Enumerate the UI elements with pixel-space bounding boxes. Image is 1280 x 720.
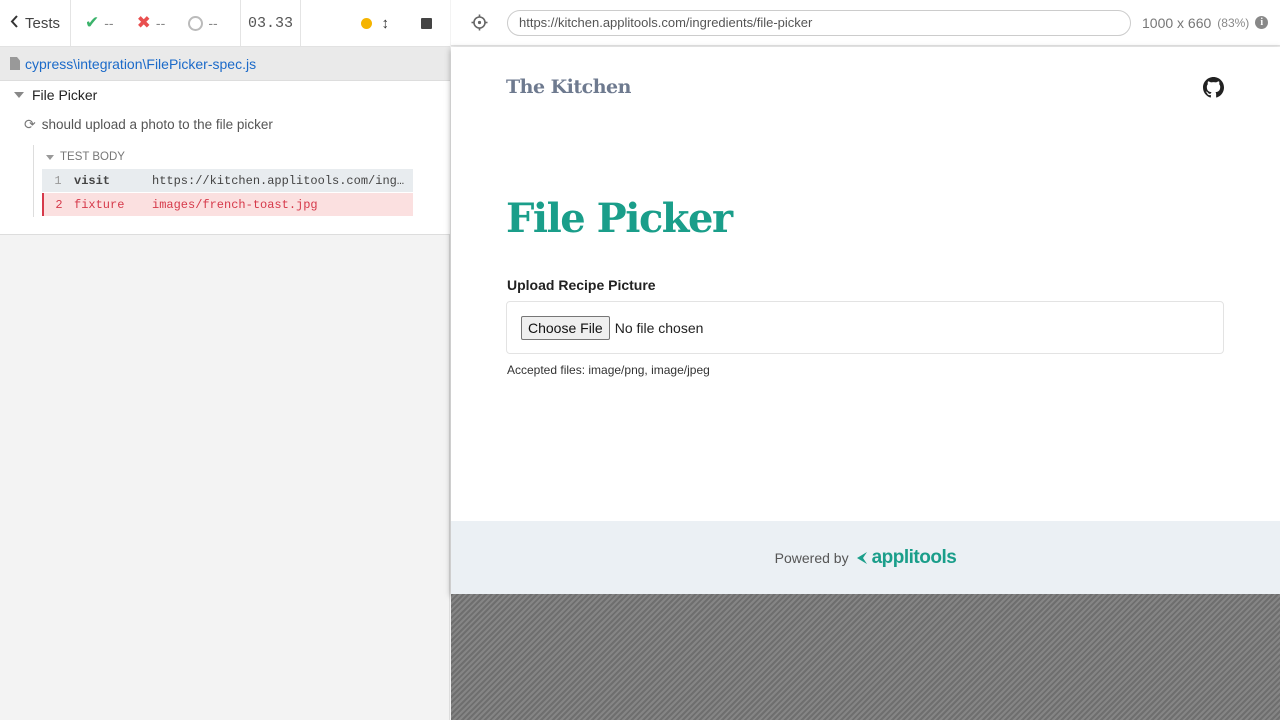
pending-stat: -- — [188, 15, 240, 31]
applitools-logo[interactable]: applitools — [855, 547, 957, 569]
powered-by-text: Powered by — [774, 549, 849, 566]
passed-stat: ✔ -- — [85, 13, 137, 33]
page-footer: Powered by applitools — [451, 521, 1280, 594]
refresh-icon: ⟳ — [24, 116, 36, 132]
stop-icon[interactable] — [421, 17, 432, 29]
passed-count: -- — [104, 15, 114, 31]
spec-path-bar: cypress\integration\FilePicker-spec.js — [0, 47, 450, 81]
pending-count: -- — [208, 15, 218, 31]
runner-toolbar: Tests ✔ -- ✖ -- -- 03.33 ↕ — [0, 0, 450, 47]
runner-panel: Tests ✔ -- ✖ -- -- 03.33 ↕ cypress\integ… — [0, 0, 450, 720]
viewport-dimensions: 1000 x 660 — [1142, 14, 1212, 31]
command-number: 2 — [55, 197, 63, 212]
tests-back-button[interactable]: Tests — [0, 0, 71, 46]
choose-file-button[interactable]: Choose File — [521, 315, 610, 340]
info-icon[interactable]: i — [1255, 16, 1269, 29]
viewport-scale: (83%) — [1217, 15, 1250, 30]
github-icon[interactable] — [1203, 77, 1224, 103]
aut-header: https://kitchen.applitools.com/ingredien… — [451, 0, 1280, 46]
chevron-down-icon — [46, 154, 54, 160]
brand-logo[interactable]: The Kitchen — [506, 76, 631, 98]
test-body-header[interactable]: TEST BODY — [42, 145, 413, 169]
command-row[interactable]: 1 visit https://kitchen.applitools.com/i… — [42, 169, 413, 192]
command-message: images/french-toast.jpg — [152, 197, 318, 212]
command-number: 1 — [54, 173, 62, 188]
run-controls: ↕ — [301, 0, 450, 46]
accepted-files-hint: Accepted files: image/png, image/jpeg — [507, 363, 710, 377]
command-log: File Picker ⟳ should upload a photo to t… — [0, 81, 450, 235]
chevron-down-icon — [14, 92, 24, 98]
viewport-background — [451, 594, 1280, 720]
test-stats: ✔ -- ✖ -- -- — [71, 0, 241, 46]
viewport-size: 1000 x 660 (83%) i — [1142, 14, 1269, 31]
applitools-icon — [856, 551, 867, 564]
x-icon: ✖ — [136, 13, 151, 32]
url-text: https://kitchen.applitools.com/ingredien… — [519, 15, 813, 30]
tests-label: Tests — [24, 14, 60, 32]
upload-field-label: Upload Recipe Picture — [507, 277, 656, 293]
page-title: File Picker — [506, 195, 733, 242]
command-name: fixture — [74, 197, 125, 212]
command-name: visit — [74, 173, 111, 188]
dot-icon — [360, 17, 372, 29]
chevron-left-icon — [10, 14, 19, 32]
test-body: TEST BODY 1 visit https://kitchen.applit… — [33, 145, 413, 217]
aut-iframe: The Kitchen File Picker Upload Recipe Pi… — [451, 47, 1280, 594]
test-title[interactable]: ⟳ should upload a photo to the file pick… — [24, 116, 273, 133]
check-icon: ✔ — [85, 13, 100, 32]
spec-path-link[interactable]: cypress\integration\FilePicker-spec.js — [25, 56, 256, 72]
file-icon — [10, 57, 20, 70]
applitools-logo-text: applitools — [871, 546, 957, 568]
test-title-label: should upload a photo to the file picker — [41, 117, 273, 132]
command-message: https://kitchen.applitools.com/ingredien… — [152, 173, 413, 188]
run-duration: 03.33 — [241, 0, 301, 46]
suite-title[interactable]: File Picker — [14, 87, 97, 103]
url-bar[interactable]: https://kitchen.applitools.com/ingredien… — [507, 9, 1131, 36]
failed-count: -- — [155, 15, 166, 31]
test-body-label: TEST BODY — [60, 151, 125, 163]
arrows-vertical-icon[interactable]: ↕ — [382, 15, 390, 32]
file-input-container: Choose File No file chosen — [506, 301, 1224, 354]
failed-stat: ✖ -- — [137, 13, 189, 33]
command-row[interactable]: 2 fixture images/french-toast.jpg — [42, 193, 413, 216]
crosshair-icon[interactable] — [451, 14, 507, 31]
suite-title-label: File Picker — [32, 87, 98, 103]
ring-icon — [188, 15, 204, 31]
file-status-text: No file chosen — [614, 319, 704, 336]
